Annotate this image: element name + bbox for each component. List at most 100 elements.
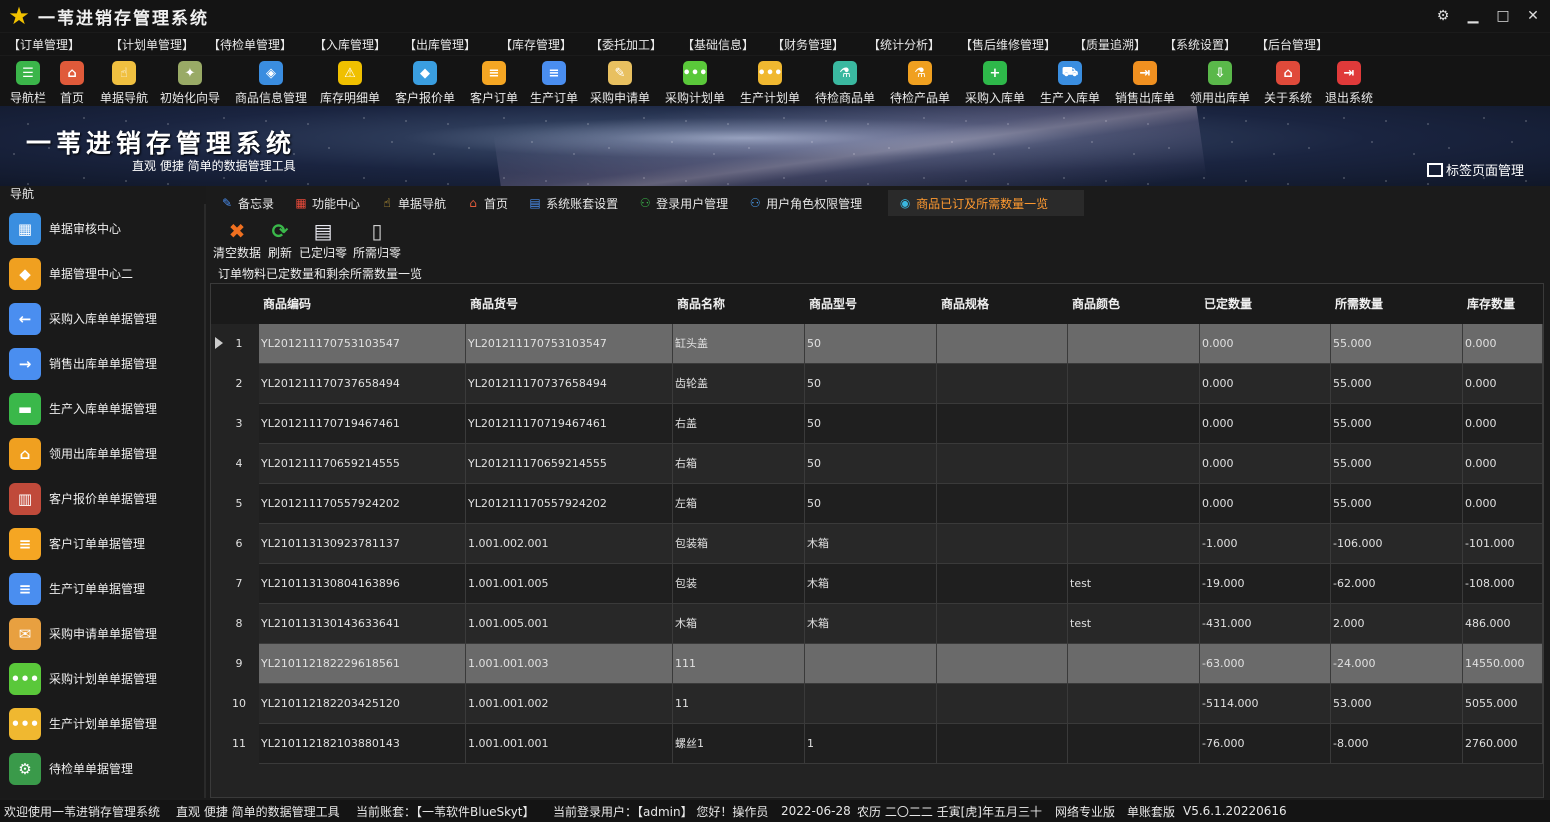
cell-sku[interactable]: 1.001.002.001 (466, 524, 673, 564)
cell-spec[interactable] (937, 404, 1068, 444)
cell-sku[interactable]: 1.001.001.005 (466, 564, 673, 604)
cell-required[interactable]: 53.000 (1331, 684, 1463, 724)
cell-sku[interactable]: 1.001.001.001 (466, 724, 673, 764)
cell-stock[interactable]: 0.000 (1463, 364, 1543, 404)
cell-model[interactable]: 50 (805, 404, 937, 444)
cell-ordered[interactable]: 0.000 (1200, 364, 1331, 404)
cell-sku[interactable]: YL201211170719467461 (466, 404, 673, 444)
nav-item[interactable]: ▦ 单据审核中心 (0, 206, 204, 251)
cell-ordered[interactable]: -1.000 (1200, 524, 1331, 564)
cell-stock[interactable]: 2760.000 (1463, 724, 1543, 764)
menu-item[interactable]: 【入库管理】 (314, 36, 386, 53)
cell-spec[interactable] (937, 524, 1068, 564)
cell-model[interactable]: 50 (805, 444, 937, 484)
menu-item[interactable]: 【质量追溯】 (1074, 36, 1146, 53)
cell-model[interactable] (805, 684, 937, 724)
menu-item[interactable]: 【待检单管理】 (208, 36, 292, 53)
cell-code[interactable]: YL201211170557924202 (259, 484, 466, 524)
column-header[interactable]: 商品货号 (466, 284, 673, 324)
cell-ordered[interactable]: 0.000 (1200, 324, 1331, 364)
grid-refresh-button[interactable]: ⟳ 刷新 (264, 218, 296, 264)
menu-item[interactable]: 【订单管理】 (8, 36, 80, 53)
cell-spec[interactable] (937, 604, 1068, 644)
column-header[interactable]: 所需数量 (1331, 284, 1463, 324)
table-row[interactable]: 9 YL210112182229618561 1.001.001.003 111 -63… (211, 644, 1543, 684)
cell-color[interactable]: test (1068, 564, 1200, 604)
cell-required[interactable]: -8.000 (1331, 724, 1463, 764)
table-row[interactable]: 5 YL201211170557924202 YL20121117055792420… (211, 484, 1543, 524)
cell-name[interactable]: 齿轮盖 (673, 364, 805, 404)
cell-code[interactable]: YL201211170737658494 (259, 364, 466, 404)
cell-required[interactable]: 55.000 (1331, 484, 1463, 524)
cell-spec[interactable] (937, 364, 1068, 404)
menu-item[interactable]: 【售后维修管理】 (960, 36, 1056, 53)
minimize-button[interactable]: ▁ (1460, 8, 1486, 24)
cell-stock[interactable]: -108.000 (1463, 564, 1543, 604)
tab-memo[interactable]: ✎ 备忘录 (210, 190, 284, 216)
nav-item[interactable]: ••• 采购计划单单据管理 (0, 656, 204, 701)
cell-stock[interactable]: 0.000 (1463, 484, 1543, 524)
table-row[interactable]: 2 YL201211170737658494 YL20121117073765849… (211, 364, 1543, 404)
cell-model[interactable]: 木箱 (805, 524, 937, 564)
cell-stock[interactable]: -101.000 (1463, 524, 1543, 564)
cell-ordered[interactable]: 0.000 (1200, 484, 1331, 524)
nav-item[interactable]: ▬ 生产入库单单据管理 (0, 386, 204, 431)
cell-code[interactable]: YL201211170753103547 (259, 324, 466, 364)
nav-item[interactable]: ▥ 客户报价单单据管理 (0, 476, 204, 521)
cell-ordered[interactable]: 0.000 (1200, 404, 1331, 444)
cell-code[interactable]: YL210112182103880143 (259, 724, 466, 764)
cell-spec[interactable] (937, 644, 1068, 684)
column-header[interactable]: 商品规格 (937, 284, 1068, 324)
nav-item[interactable]: ◆ 单据管理中心二 (0, 251, 204, 296)
tab-hand[interactable]: ☝ 单据导航 (370, 190, 456, 216)
cell-sku[interactable]: YL201211170659214555 (466, 444, 673, 484)
cell-color[interactable] (1068, 644, 1200, 684)
cell-model[interactable]: 50 (805, 364, 937, 404)
cell-color[interactable] (1068, 324, 1200, 364)
cell-sku[interactable]: YL201211170753103547 (466, 324, 673, 364)
nav-item[interactable]: ⚙ 待检单单据管理 (0, 746, 204, 791)
menu-item[interactable]: 【系统设置】 (1164, 36, 1236, 53)
cell-spec[interactable] (937, 724, 1068, 764)
cell-color[interactable] (1068, 524, 1200, 564)
cell-color[interactable] (1068, 684, 1200, 724)
cell-spec[interactable] (937, 444, 1068, 484)
cell-name[interactable]: 右盖 (673, 404, 805, 444)
nav-item[interactable]: ⌂ 领用出库单单据管理 (0, 431, 204, 476)
cell-sku[interactable]: 1.001.005.001 (466, 604, 673, 644)
cell-code[interactable]: YL210113130923781137 (259, 524, 466, 564)
menu-item[interactable]: 【计划单管理】 (110, 36, 194, 53)
settings-gear-icon[interactable]: ⚙ (1430, 8, 1456, 24)
nav-item[interactable]: ← 采购入库单单据管理 (0, 296, 204, 341)
cell-code[interactable]: YL201211170719467461 (259, 404, 466, 444)
menu-item[interactable]: 【后台管理】 (1256, 36, 1328, 53)
nav-item[interactable]: ≡ 生产订单单据管理 (0, 566, 204, 611)
cell-ordered[interactable]: -76.000 (1200, 724, 1331, 764)
cell-spec[interactable] (937, 564, 1068, 604)
cell-required[interactable]: -24.000 (1331, 644, 1463, 684)
column-header[interactable]: 商品颜色 (1068, 284, 1200, 324)
cell-ordered[interactable]: 0.000 (1200, 444, 1331, 484)
cell-name[interactable]: 111 (673, 644, 805, 684)
nav-item[interactable]: ≡ 客户订单单据管理 (0, 521, 204, 566)
cell-model[interactable] (805, 644, 937, 684)
cell-model[interactable]: 木箱 (805, 564, 937, 604)
tag-page-manager-button[interactable]: 标签页面管理 (1426, 160, 1524, 179)
tab-list[interactable]: ◉ 商品已订及所需数量一览 (888, 190, 1085, 216)
cell-stock[interactable]: 14550.000 (1463, 644, 1543, 684)
column-header[interactable]: 商品名称 (673, 284, 805, 324)
cell-name[interactable]: 木箱 (673, 604, 805, 644)
cell-name[interactable]: 左箱 (673, 484, 805, 524)
cell-ordered[interactable]: -431.000 (1200, 604, 1331, 644)
cell-stock[interactable]: 486.000 (1463, 604, 1543, 644)
nav-item[interactable]: ✉ 采购申请单单据管理 (0, 611, 204, 656)
cell-required[interactable]: -106.000 (1331, 524, 1463, 564)
column-header[interactable]: 商品编码 (259, 284, 466, 324)
maximize-button[interactable]: □ (1490, 8, 1516, 24)
table-row[interactable]: 11 YL210112182103880143 1.001.001.001 螺丝1 1 -… (211, 724, 1543, 764)
menu-item[interactable]: 【委托加工】 (590, 36, 662, 53)
cell-color[interactable] (1068, 444, 1200, 484)
cell-stock[interactable]: 5055.000 (1463, 684, 1543, 724)
cell-color[interactable] (1068, 484, 1200, 524)
cell-spec[interactable] (937, 684, 1068, 724)
